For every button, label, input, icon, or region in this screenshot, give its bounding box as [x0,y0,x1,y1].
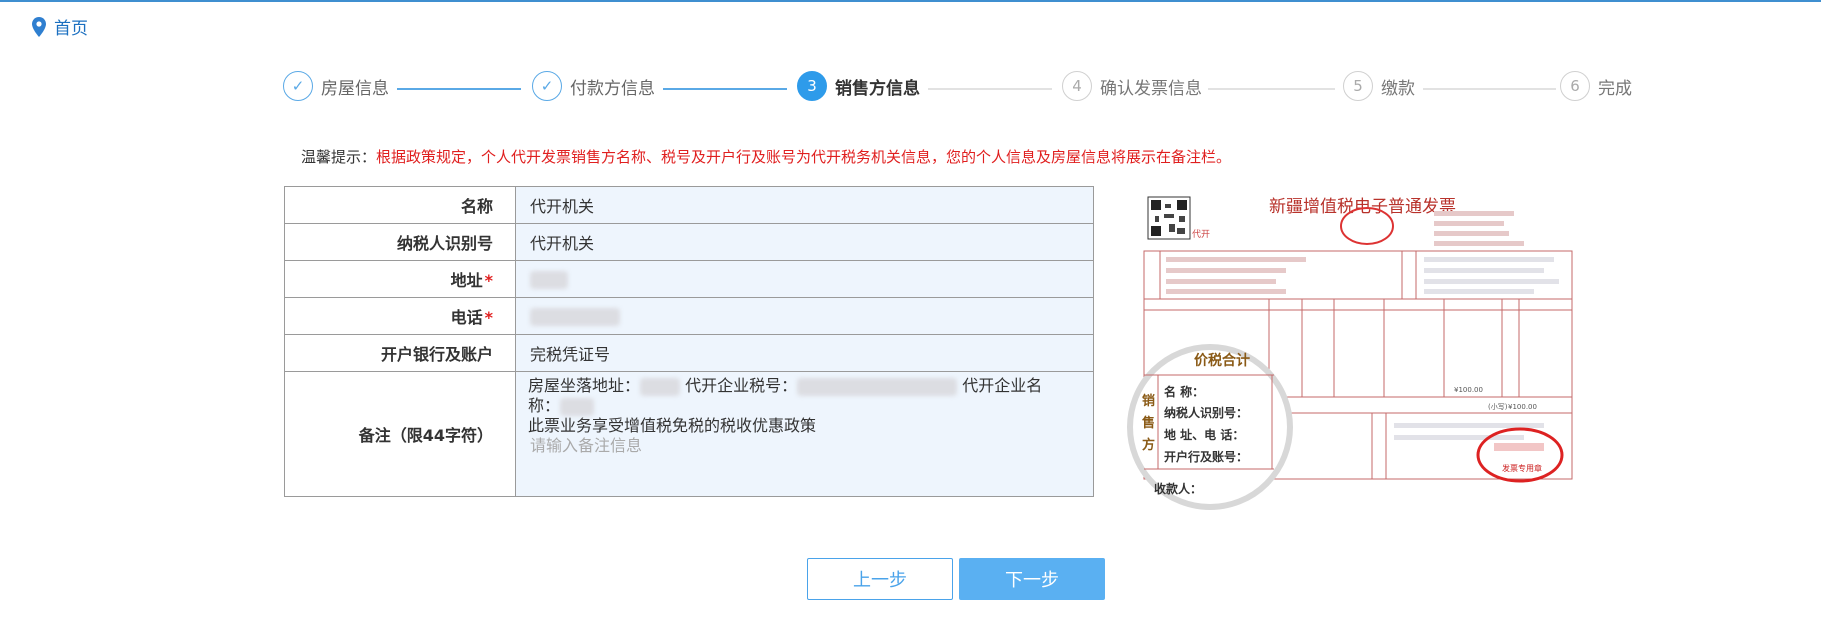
phone-row: 电话 * [284,297,1094,335]
step-payment: 5 缴款 [1343,71,1415,101]
bank-label: 开户银行及账户 [284,334,516,372]
breadcrumb-home-link[interactable]: 首页 [54,14,88,39]
small-label: (小写) [1488,402,1508,411]
name-value: 代开机关 [515,186,1094,224]
step-connector [928,88,1052,90]
check-icon: ✓ [532,71,562,101]
location-pin-icon [32,16,46,37]
redacted-value [560,397,595,416]
address-label-cell: 地址 * [284,260,516,298]
redacted-value [530,270,568,289]
name-label: 名称 [284,186,516,224]
zoom-line: 开户行及账号： [1164,449,1248,464]
address-row: 地址 * [284,260,1094,298]
zoom-line: 地 址、电 话： [1164,427,1244,442]
magnifier-zoom-icon: 价税合计 销 售 方 名 称： 纳税人识别号： 地 址、电 话： 开户行及账号：… [1127,344,1293,510]
required-mark: * [484,308,493,327]
remark-text-line: 代开企业名 [962,376,1043,395]
step-connector [663,88,787,90]
step-label: 付款方信息 [570,78,655,99]
policy-tip: 温馨提示：根据政策规定，个人代开发票销售方名称、税号及开户行及账号为代开税务机关… [301,146,1231,167]
invoice-preview-image: 代开 新疆增值税电子普通发票 ¥100.00 (小写) ¥100.00 发票专用… [1124,183,1584,513]
step-payer-info: ✓ 付款方信息 [532,71,655,101]
step-label: 完成 [1598,78,1632,99]
step-house-info: ✓ 房屋信息 [283,71,389,101]
seller-side-char: 销 [1142,393,1155,409]
remark-text-line: 称： [528,396,561,415]
redacted-value [640,377,681,396]
next-step-button[interactable]: 下一步 [959,558,1105,600]
zoom-line: 名 称： [1164,384,1204,399]
redacted-value [530,307,620,326]
taxid-label: 纳税人识别号 [284,223,516,261]
remark-text-line: 房屋坐落地址： [528,376,641,395]
remark-field[interactable]: 房屋坐落地址： 代开企业税号： 代开企业名 称： 此票业务享受增值税免税的税收优… [515,371,1094,497]
step-confirm-invoice: 4 确认发票信息 [1062,71,1202,101]
address-label: 地址 [450,271,483,290]
step-connector [1208,88,1335,90]
stamp-text: 发票专用章 [1502,463,1542,473]
top-border [0,0,1821,2]
tip-label: 温馨提示： [301,148,377,166]
step-connector [397,88,521,90]
bank-value: 完税凭证号 [515,334,1094,372]
step-number: 4 [1062,71,1092,101]
remark-row: 备注（限44字符） 房屋坐落地址： 代开企业税号： 代开企业名 称： 此票业务享… [284,371,1094,497]
seller-info-form: 名称 代开机关 纳税人识别号 代开机关 地址 * 电话 * 开户银行及账户 完税凭证… [284,186,1094,497]
progress-stepper: ✓ 房屋信息 ✓ 付款方信息 3 销售方信息 4 确认发票信息 5 缴款 6 完… [283,71,1633,107]
zoom-line: 纳税人识别号： [1164,405,1248,420]
remark-text[interactable]: 房屋坐落地址： 代开企业税号： 代开企业名 称： 此票业务享受增值税免税的税收优… [528,372,1093,464]
step-connector [1423,88,1556,90]
step-complete: 6 完成 [1560,71,1632,101]
total-amount-text: ¥100.00 [1508,403,1537,411]
phone-label: 电话 [450,308,483,327]
address-value [515,260,1094,298]
check-icon: ✓ [283,71,313,101]
qr-code-icon [1147,196,1191,240]
step-number: 3 [797,71,827,101]
step-label: 缴款 [1381,78,1415,99]
seller-side-char: 售 [1142,415,1155,431]
step-number: 5 [1343,71,1373,101]
amount-text: ¥100.00 [1454,386,1483,394]
step-label: 确认发票信息 [1100,78,1202,99]
remark-placeholder: 请输入备注信息 [530,436,643,455]
name-row: 名称 代开机关 [284,186,1094,224]
taxid-row: 纳税人识别号 代开机关 [284,223,1094,261]
redacted-value [797,377,958,396]
invoice-title: 新疆增值税电子普通发票 [1269,197,1456,217]
bank-row: 开户银行及账户 完税凭证号 [284,334,1094,372]
remark-text-line: 代开企业税号： [685,376,798,395]
price-tax-label: 价税合计 [1194,352,1250,369]
step-label: 房屋信息 [321,78,389,99]
remark-text-line: 此票业务享受增值税免税的税收优惠政策 [528,416,817,435]
payee-label: 收款人： [1154,481,1202,496]
seller-side-char: 方 [1142,437,1155,453]
invoice-tag: 代开 [1192,229,1210,240]
breadcrumb[interactable]: 首页 [32,14,88,39]
tip-text: 根据政策规定，个人代开发票销售方名称、税号及开户行及账号为代开税务机关信息，您的… [376,148,1232,166]
required-mark: * [484,271,493,290]
step-label: 销售方信息 [835,78,920,99]
taxid-value: 代开机关 [515,223,1094,261]
phone-value [515,297,1094,335]
step-seller-info: 3 销售方信息 [797,71,920,101]
prev-step-button[interactable]: 上一步 [807,558,953,600]
phone-label-cell: 电话 * [284,297,516,335]
step-number: 6 [1560,71,1590,101]
remark-label: 备注（限44字符） [284,371,516,497]
